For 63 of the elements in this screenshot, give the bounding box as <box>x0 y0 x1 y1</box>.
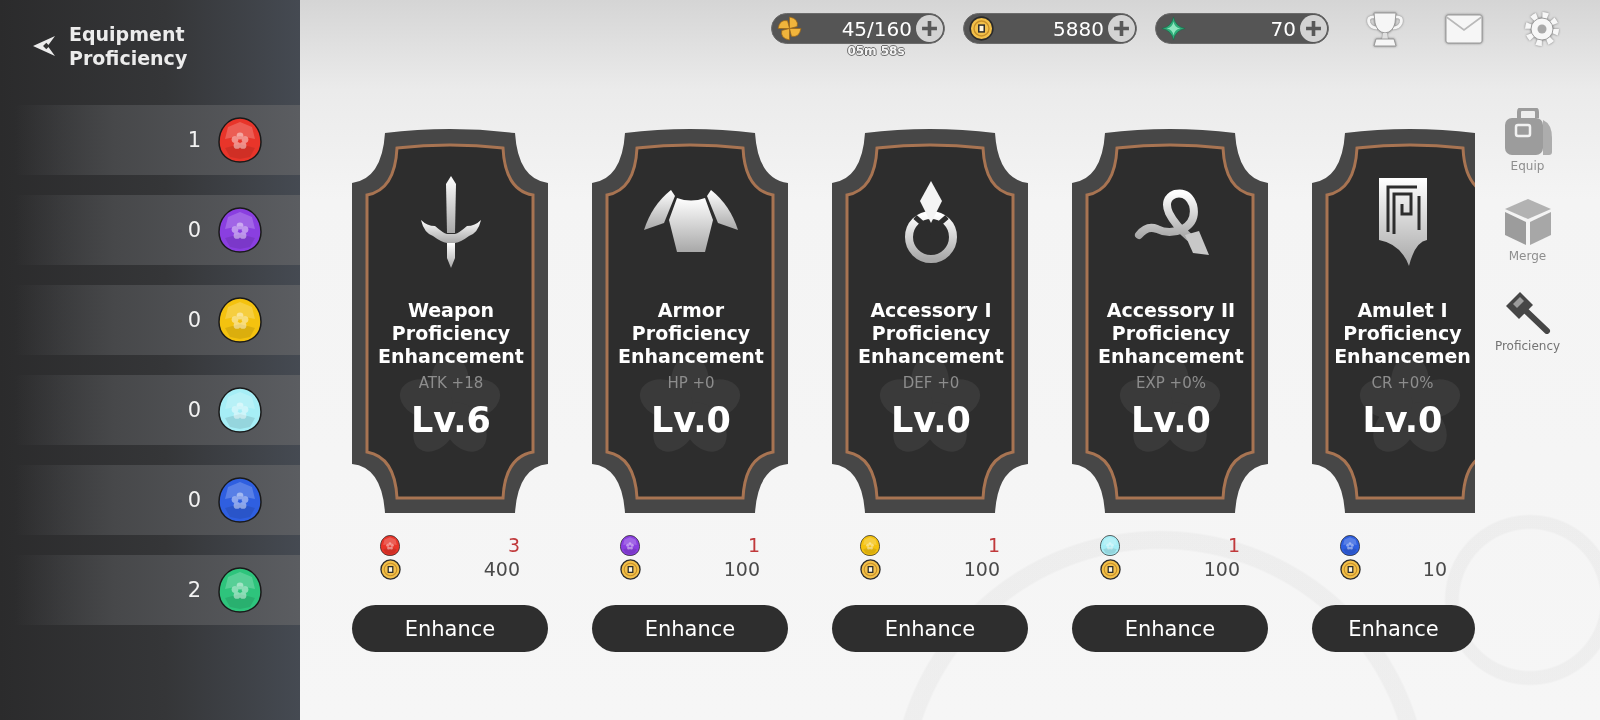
plus-button[interactable] <box>1300 15 1327 42</box>
enhance-button[interactable]: Enhance <box>1312 605 1475 652</box>
stat-bonus: EXP +0% <box>1136 374 1206 392</box>
gem-count: 1 <box>187 128 201 152</box>
coin-icon <box>380 558 401 580</box>
gem-count: 2 <box>187 578 201 602</box>
plus-button[interactable] <box>1108 15 1135 42</box>
nav-tab[interactable]: Proficiency <box>1494 287 1561 369</box>
plus-button[interactable] <box>916 15 943 42</box>
enhance-button[interactable]: Enhance <box>592 605 788 652</box>
talisman-icon <box>1378 178 1427 266</box>
level-label: Lv.6 <box>411 400 491 440</box>
cost-amount: 100 <box>723 558 760 580</box>
card-title: Accessory I Proficiency Enhancement <box>857 299 1005 368</box>
coin-icon <box>969 16 994 41</box>
currency-amount: 45/160 <box>840 16 912 41</box>
level-label: Lv.0 <box>651 400 731 440</box>
back-icon[interactable] <box>32 35 56 57</box>
level-label: Lv.0 <box>891 400 971 440</box>
card-title: Amulet I Proficiency Enhancemen <box>1333 299 1472 368</box>
cost-amount: 10 <box>1422 558 1447 580</box>
coin-icon <box>860 558 881 580</box>
gem-count: 0 <box>187 308 201 332</box>
cost-amount: 1 <box>1227 534 1240 556</box>
coin-icon <box>1100 558 1121 580</box>
bag-icon <box>1502 108 1553 156</box>
refill-timer: 05m 58s <box>847 44 905 59</box>
hammer-icon <box>1504 290 1551 334</box>
stat-bonus: ATK +18 <box>418 374 484 392</box>
gem-count: 0 <box>187 488 201 512</box>
enhance-button[interactable]: Enhance <box>832 605 1028 652</box>
plus-icon <box>921 20 938 37</box>
card-title: Armor Proficiency Enhancement <box>617 299 765 368</box>
cost-amount: 3 <box>507 534 520 556</box>
card-title: Accessory II Proficiency Enhancement <box>1097 299 1245 368</box>
plus-icon <box>1113 20 1130 37</box>
currency-amount: 70 <box>1269 16 1296 41</box>
pinwheel-icon <box>777 16 802 41</box>
gem-count: 0 <box>187 218 201 242</box>
enhance-button[interactable]: Enhance <box>352 605 548 652</box>
level-label: Lv.0 <box>1362 400 1443 440</box>
stat-bonus: DEF +0 <box>902 374 960 392</box>
cost-amount: 1 <box>987 534 1000 556</box>
gem-count: 0 <box>187 398 201 422</box>
scarf-icon <box>1133 187 1209 257</box>
cost-amount: 1 <box>747 534 760 556</box>
cube-icon <box>1503 198 1552 246</box>
stat-bonus: CR +0% <box>1371 374 1434 392</box>
sparkle-icon <box>1161 16 1186 41</box>
sword-icon <box>419 176 483 268</box>
card-title: Weapon Proficiency Enhancement <box>377 299 525 368</box>
coin-icon <box>1340 558 1361 580</box>
currency-amount: 5880 <box>1052 16 1104 41</box>
enhance-button[interactable]: Enhance <box>1072 605 1268 652</box>
stat-bonus: HP +0 <box>667 374 715 392</box>
page-title: Equipment Proficiency <box>69 22 189 70</box>
chest-armor-icon <box>643 190 739 254</box>
coin-icon <box>620 558 641 580</box>
plus-icon <box>1305 20 1322 37</box>
level-label: Lv.0 <box>1131 400 1211 440</box>
cost-amount: 400 <box>483 558 520 580</box>
cost-amount: 100 <box>1203 558 1240 580</box>
cost-amount: 100 <box>963 558 1000 580</box>
